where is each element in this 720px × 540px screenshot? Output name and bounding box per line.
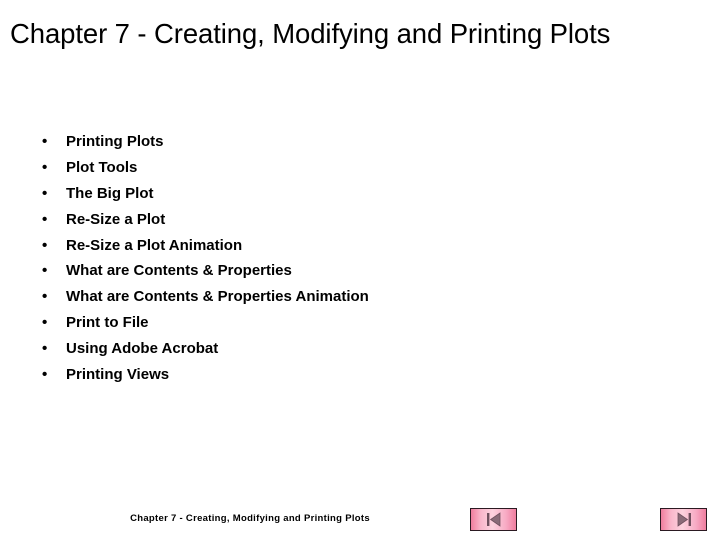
bullet-point-icon: •	[42, 262, 48, 280]
bullet-point-icon: •	[42, 133, 48, 150]
presentation-slide: Chapter 7 - Creating, Modifying and Prin…	[0, 0, 720, 540]
list-item[interactable]: • What are Contents & Properties	[36, 258, 676, 284]
bullet-point-icon: •	[42, 210, 48, 228]
bullet-point-icon: •	[42, 184, 48, 202]
list-item[interactable]: • What are Contents & Properties Animati…	[36, 284, 676, 310]
list-item[interactable]: • The Big Plot	[36, 181, 676, 207]
list-item-label: What are Contents & Properties	[66, 262, 292, 280]
skip-to-first-icon	[486, 512, 500, 527]
list-item[interactable]: • Print to File	[36, 310, 676, 336]
list-item-label: Printing Views	[66, 366, 170, 384]
list-item[interactable]: • Printing Plots	[36, 129, 676, 155]
bullet-point-icon: •	[42, 314, 48, 332]
list-item-label: Print to File	[66, 314, 149, 332]
slide-footer: Chapter 7 - Creating, Modifying and Prin…	[130, 513, 370, 524]
list-item[interactable]: • Plot Tools	[36, 155, 676, 181]
list-item-label: What are Contents & Properties Animation	[66, 288, 369, 306]
list-item-label: Printing Plots	[66, 133, 164, 150]
bullet-point-icon: •	[42, 340, 48, 358]
page-title: Chapter 7 - Creating, Modifying and Prin…	[10, 18, 611, 49]
list-item[interactable]: • Using Adobe Acrobat	[36, 336, 676, 362]
list-item[interactable]: • Re-Size a Plot Animation	[36, 233, 676, 259]
nav-next-button[interactable]	[660, 508, 707, 531]
bullet-point-icon: •	[42, 158, 48, 176]
list-item-label: Using Adobe Acrobat	[66, 340, 219, 358]
list-item[interactable]: • Re-Size a Plot	[36, 207, 676, 233]
bullet-point-icon: •	[42, 236, 48, 254]
bullet-point-icon: •	[42, 288, 48, 306]
agenda-bullet-list: • Printing Plots • Plot Tools • The Big …	[36, 129, 676, 388]
list-item-label: Plot Tools	[66, 158, 138, 176]
bullet-point-icon: •	[42, 366, 48, 384]
list-item-label: The Big Plot	[66, 184, 154, 202]
list-item-label: Re-Size a Plot Animation	[66, 236, 243, 254]
skip-to-last-icon	[677, 512, 691, 527]
nav-previous-button[interactable]	[470, 508, 517, 531]
list-item[interactable]: • Printing Views	[36, 362, 676, 388]
list-item-label: Re-Size a Plot	[66, 210, 166, 228]
